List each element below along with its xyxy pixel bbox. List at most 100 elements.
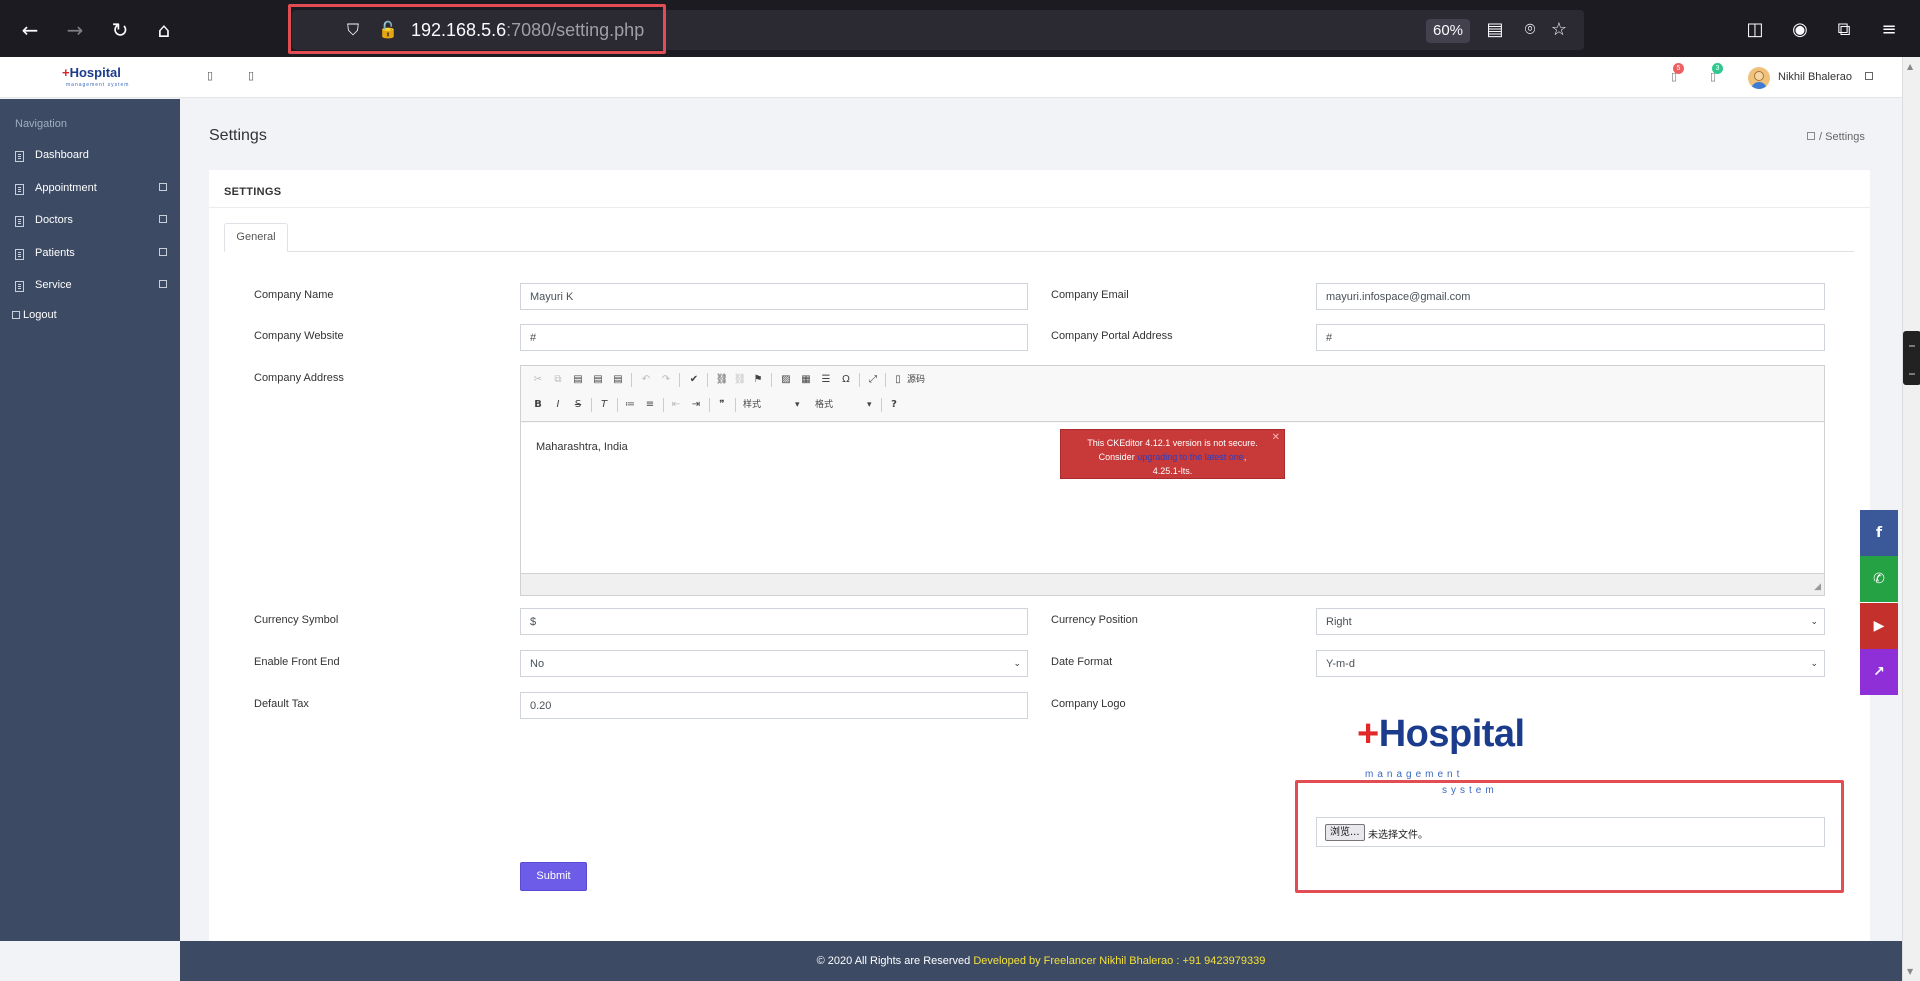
paste-icon[interactable]: ▤ (571, 373, 585, 387)
date-format-select[interactable]: Y-m-d ⌄ (1316, 650, 1825, 677)
tab-general[interactable]: General (224, 223, 288, 252)
reload-icon[interactable]: ↻ (108, 18, 132, 42)
facebook-icon[interactable]: f (1860, 510, 1898, 556)
upgrade-link[interactable]: upgrading to the latest one (1137, 452, 1244, 462)
scroll-down-icon[interactable]: ▼ (1907, 967, 1913, 976)
editor-text[interactable]: Maharashtra, India (536, 441, 628, 453)
sidebar-item-dashboard[interactable]: Dashboard (0, 148, 180, 168)
company-name-input[interactable]: Mayuri K (520, 283, 1028, 310)
currency-symbol-input[interactable]: $ (520, 608, 1028, 635)
blockquote-icon[interactable]: ❞ (715, 398, 729, 412)
card-title: SETTINGS (224, 186, 282, 198)
editor-statusbar: ◢ (521, 573, 1824, 595)
styles-combo[interactable]: 样式 ▾ (743, 397, 803, 413)
image-icon[interactable]: ▨ (779, 373, 793, 387)
close-icon[interactable]: ✕ (1272, 431, 1280, 445)
scroll-up-icon[interactable]: ▲ (1907, 62, 1913, 71)
page-scrollbar[interactable]: ▲ ▼ (1902, 57, 1920, 981)
extensions-icon[interactable]: ⧉ (1831, 18, 1857, 42)
security-warning: ✕ This CKEditor 4.12.1 version is not se… (1060, 429, 1285, 479)
bookmark-star-icon[interactable]: ☆ (1546, 18, 1572, 42)
company-email-input[interactable]: mayuri.infospace@gmail.com (1316, 283, 1825, 310)
company-name-label: Company Name (254, 289, 334, 301)
pocket-icon[interactable]: ◫ (1742, 18, 1768, 42)
cut-icon[interactable]: ✂ (531, 373, 545, 387)
undo-icon[interactable]: ↶ (639, 373, 653, 387)
company-portal-input[interactable]: # (1316, 324, 1825, 351)
paste-text-icon[interactable]: ▤ (591, 373, 605, 387)
back-icon[interactable]: ← (18, 18, 42, 42)
bold-icon[interactable]: B (531, 398, 545, 412)
remove-format-icon[interactable]: T (597, 398, 611, 412)
footer-copyright: © 2020 All Rights are Reserved (816, 955, 971, 967)
account-icon[interactable]: ◉ (1787, 18, 1813, 42)
help-icon[interactable]: ? (887, 398, 901, 412)
indent-icon[interactable]: ⇥ (689, 398, 703, 412)
special-char-icon[interactable]: Ω (839, 373, 853, 387)
copy-icon[interactable]: ⧉ (551, 373, 565, 387)
italic-icon[interactable]: I (551, 398, 565, 412)
editor-toolbar: ✂ ⧉ ▤ ▤ ▤ ↶ ↷ ✔ ⛓ ⛓ ⚑ ▨ ▦ ☰ Ω ⤢ ▯ 源码 B I… (521, 366, 1824, 422)
resize-grip-icon[interactable]: ◢ (1814, 582, 1821, 592)
notification-bell-icon[interactable]: ▯ 5 (1667, 63, 1684, 84)
currency-position-select[interactable]: Right ⌄ (1316, 608, 1825, 635)
avatar[interactable] (1748, 67, 1770, 89)
sidebar-item-service[interactable]: Service (0, 278, 180, 298)
sidebar-toggle-icon[interactable]: ▯ (204, 69, 216, 83)
logo-title: Hospital (69, 65, 121, 80)
unlink-icon[interactable]: ⛓ (733, 373, 747, 387)
user-menu-caret-icon[interactable] (1865, 72, 1873, 80)
sidebar-item-doctors[interactable]: Doctors (0, 213, 180, 233)
date-format-label: Date Format (1051, 656, 1113, 668)
format-combo[interactable]: 格式 ▾ (815, 397, 875, 413)
company-website-input[interactable]: # (520, 324, 1028, 351)
editor-content[interactable]: Maharashtra, India ✕ This CKEditor 4.12.… (521, 423, 1824, 573)
table-icon[interactable]: ▦ (799, 373, 813, 387)
sidebar-title: Navigation (15, 118, 67, 130)
zoom-level[interactable]: 60% (1426, 19, 1470, 43)
maximize-icon[interactable]: ⤢ (866, 373, 880, 387)
sidebar-item-appointment[interactable]: Appointment (0, 181, 180, 201)
paste-word-icon[interactable]: ▤ (611, 373, 625, 387)
reader-view-icon[interactable]: ▤ (1482, 18, 1508, 42)
notification-badge: 5 (1673, 63, 1684, 74)
fullscreen-icon[interactable]: ▯ (245, 69, 257, 83)
outdent-icon[interactable]: ⇤ (669, 398, 683, 412)
youtube-icon[interactable]: ▶ (1860, 603, 1898, 649)
sidebar-item-patients[interactable]: Patients (0, 246, 180, 266)
hospital-logo[interactable]: +Hospital management system (62, 65, 128, 93)
spellcheck-icon[interactable]: ✔ (687, 373, 701, 387)
strike-icon[interactable]: S (571, 398, 585, 412)
scrollbar-thumb[interactable] (1903, 331, 1920, 385)
source-icon[interactable]: ▯ (891, 373, 905, 387)
doctors-icon (15, 216, 24, 227)
numbered-list-icon[interactable]: ≔ (623, 398, 637, 412)
url-highlight-box (288, 4, 666, 54)
link-icon[interactable]: ⛓ (715, 373, 729, 387)
sidebar-item-logout[interactable]: Logout (12, 309, 57, 321)
fingerprint-icon[interactable]: ⌾ (1517, 18, 1543, 42)
external-link-icon[interactable]: ↗ (1860, 649, 1898, 695)
forward-icon[interactable]: → (63, 18, 87, 42)
home-icon[interactable] (1807, 132, 1815, 140)
home-icon[interactable]: ⌂ (152, 18, 176, 42)
user-name[interactable]: Nikhil Bhalerao (1778, 71, 1852, 83)
horizontal-line-icon[interactable]: ☰ (819, 373, 833, 387)
default-tax-input[interactable]: 0.20 (520, 692, 1028, 719)
anchor-flag-icon[interactable]: ⚑ (751, 373, 765, 387)
enable-front-end-select[interactable]: No ⌄ (520, 650, 1028, 677)
message-icon[interactable]: ▯ 3 (1706, 63, 1723, 84)
address-editor[interactable]: ✂ ⧉ ▤ ▤ ▤ ↶ ↷ ✔ ⛓ ⛓ ⚑ ▨ ▦ ☰ Ω ⤢ ▯ 源码 B I… (520, 365, 1825, 596)
chevron-down-icon: ⌄ (1013, 659, 1021, 669)
submit-button[interactable]: Submit (520, 862, 587, 891)
enable-front-end-label: Enable Front End (254, 656, 340, 668)
bullet-list-icon[interactable]: ≡ (643, 398, 657, 412)
tabs-divider (224, 251, 1854, 252)
message-badge: 3 (1712, 63, 1723, 74)
currency-symbol-label: Currency Symbol (254, 614, 339, 626)
source-button[interactable]: 源码 (907, 372, 925, 388)
expand-icon (159, 280, 167, 288)
menu-icon[interactable]: ≡ (1876, 18, 1902, 42)
whatsapp-icon[interactable]: ✆ (1860, 556, 1898, 602)
redo-icon[interactable]: ↷ (659, 373, 673, 387)
